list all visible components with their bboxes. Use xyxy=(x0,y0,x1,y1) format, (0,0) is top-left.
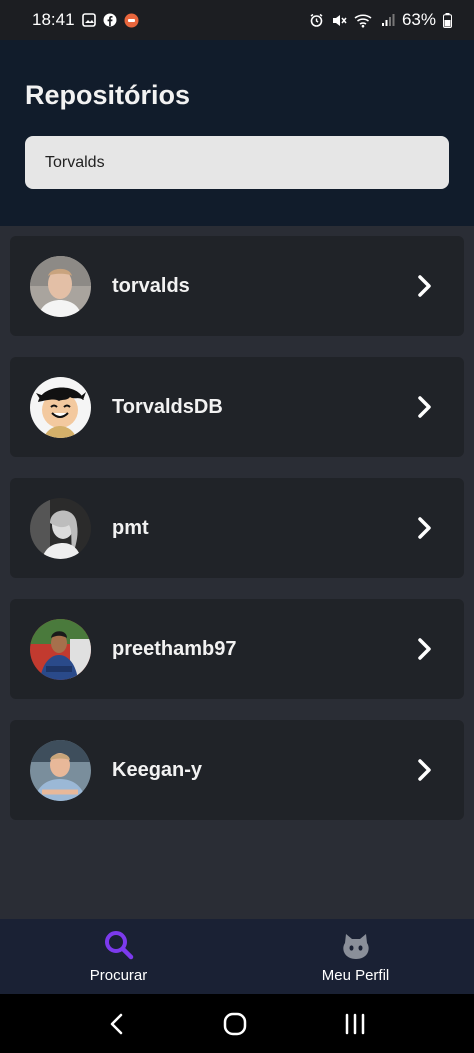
back-icon[interactable] xyxy=(107,1012,127,1036)
page-title: Repositórios xyxy=(25,80,191,110)
avatar xyxy=(30,497,91,559)
status-right: 63% xyxy=(309,10,452,30)
bottom-nav: Procurar Meu Perfil xyxy=(0,919,474,994)
username: Keegan-y xyxy=(112,758,203,781)
search-input[interactable] xyxy=(25,136,449,189)
chevron-right-icon xyxy=(418,517,431,539)
search-icon xyxy=(104,931,133,960)
list-item[interactable]: torvalds xyxy=(10,236,464,336)
battery-icon xyxy=(443,12,452,28)
wifi-icon xyxy=(354,13,374,28)
home-icon[interactable] xyxy=(222,1011,248,1037)
nav-label-profile: Meu Perfil xyxy=(321,967,390,984)
chevron-right-icon xyxy=(418,638,431,660)
avatar xyxy=(30,739,91,801)
list-item[interactable]: pmt xyxy=(10,478,464,578)
signal-icon xyxy=(381,13,395,27)
list-item[interactable]: Keegan-y xyxy=(10,720,464,820)
app-notification-icon xyxy=(124,13,139,28)
alarm-icon xyxy=(309,13,324,28)
nav-item-profile[interactable]: Meu Perfil xyxy=(237,919,474,994)
chevron-right-icon xyxy=(418,759,431,781)
nav-item-search[interactable]: Procurar xyxy=(0,919,237,994)
github-icon xyxy=(342,934,369,959)
avatar xyxy=(30,376,91,438)
username: TorvaldsDB xyxy=(112,395,223,418)
username: torvalds xyxy=(112,274,190,297)
recent-apps-icon[interactable] xyxy=(343,1012,367,1036)
avatar xyxy=(30,255,91,317)
header: Repositórios xyxy=(0,40,474,226)
system-nav-bar xyxy=(0,994,474,1053)
avatar xyxy=(30,618,91,680)
nav-label-search: Procurar xyxy=(89,967,148,984)
chevron-right-icon xyxy=(418,396,431,418)
username: pmt xyxy=(112,516,149,539)
facebook-icon xyxy=(103,13,117,27)
status-left: 18:41 xyxy=(32,10,139,30)
status-bar: 18:41 63% xyxy=(0,0,474,40)
list-item[interactable]: preethamb97 xyxy=(10,599,464,699)
image-icon xyxy=(81,13,96,27)
mute-icon xyxy=(331,13,347,28)
status-time: 18:41 xyxy=(32,10,75,29)
list-item[interactable]: TorvaldsDB xyxy=(10,357,464,457)
chevron-right-icon xyxy=(418,275,431,297)
user-list: torvalds TorvaldsDB pmt preethamb97 Keeg… xyxy=(10,236,464,841)
battery-percent: 63% xyxy=(401,10,436,29)
username: preethamb97 xyxy=(112,637,237,660)
